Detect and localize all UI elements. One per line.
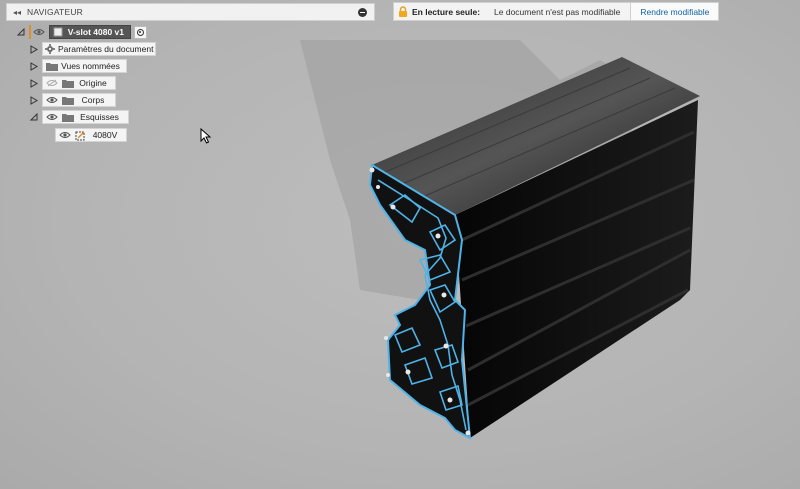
orange-marker <box>29 25 31 39</box>
activate-component-icon[interactable] <box>134 25 147 39</box>
collapse-panel-icon[interactable]: ◂◂ <box>13 8 23 17</box>
named-views-label: Vues nommées <box>61 61 120 71</box>
component-icon <box>52 27 65 38</box>
tree-item-origin[interactable]: Origine <box>29 76 116 90</box>
expand-triangle-icon[interactable] <box>29 43 39 55</box>
folder-icon <box>61 112 74 123</box>
expand-triangle-icon[interactable] <box>29 77 39 89</box>
folder-icon <box>61 78 74 89</box>
expand-triangle-icon[interactable] <box>29 94 39 106</box>
bodies-chip[interactable]: Corps <box>42 93 116 107</box>
hidden-eye-icon[interactable] <box>45 78 58 89</box>
navigator-panel-header[interactable]: ◂◂ NAVIGATEUR <box>6 3 375 21</box>
origin-label: Origine <box>79 78 107 88</box>
folder-icon <box>45 61 58 72</box>
sketch-icon <box>74 130 87 141</box>
read-only-title: En lecture seule: <box>412 6 481 17</box>
sketches-label: Esquisses <box>80 112 119 122</box>
expand-triangle-icon[interactable] <box>29 60 39 72</box>
gear-icon <box>45 44 55 55</box>
lock-icon <box>394 3 412 20</box>
make-editable-button[interactable]: Rendre modifiable <box>630 3 719 20</box>
origin-chip[interactable]: Origine <box>42 76 116 90</box>
visibility-eye-icon[interactable] <box>45 95 58 106</box>
named-views-chip[interactable]: Vues nommées <box>42 59 127 73</box>
folder-icon <box>61 95 74 106</box>
mouse-cursor-icon <box>200 128 212 144</box>
sketches-chip[interactable]: Esquisses <box>42 110 129 124</box>
sketch-4080v-chip[interactable]: 4080V <box>55 128 127 142</box>
tree-item-sketches[interactable]: Esquisses <box>29 110 129 124</box>
visibility-eye-icon[interactable] <box>32 28 46 36</box>
bodies-label: Corps <box>81 95 105 105</box>
tree-root-row[interactable]: V-slot 4080 v1 <box>16 25 147 39</box>
tree-item-document-settings[interactable]: Paramètres du document <box>29 42 156 56</box>
panel-options-icon[interactable] <box>358 7 367 17</box>
navigator-title: NAVIGATEUR <box>27 7 83 17</box>
sketch-4080v-label: 4080V <box>92 130 118 140</box>
tree-item-named-views[interactable]: Vues nommées <box>29 59 127 73</box>
root-component-label: V-slot 4080 v1 <box>67 27 124 37</box>
root-component-chip[interactable]: V-slot 4080 v1 <box>49 25 131 39</box>
visibility-eye-icon[interactable] <box>45 112 58 123</box>
3d-viewport[interactable] <box>0 0 800 489</box>
document-settings-chip[interactable]: Paramètres du document <box>42 42 156 56</box>
tree-item-bodies[interactable]: Corps <box>29 93 116 107</box>
visibility-eye-icon[interactable] <box>58 130 71 141</box>
read-only-message: Le document n'est pas modifiable <box>494 6 621 17</box>
read-only-banner: En lecture seule: Le document n'est pas … <box>393 2 720 21</box>
tree-item-sketch-4080v[interactable]: 4080V <box>55 128 127 142</box>
collapse-triangle-icon[interactable] <box>16 26 26 38</box>
document-settings-label: Paramètres du document <box>58 44 154 54</box>
collapse-triangle-icon[interactable] <box>29 111 39 123</box>
